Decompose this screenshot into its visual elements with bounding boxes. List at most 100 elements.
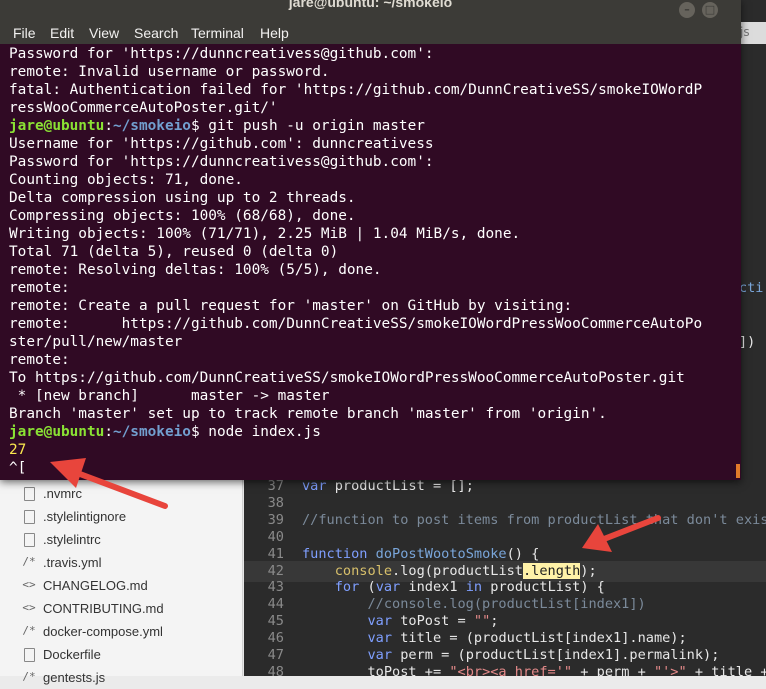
file-name: docker-compose.yml: [43, 624, 163, 639]
prompt-separator: :: [104, 118, 113, 134]
prompt-user: jare@ubuntu: [9, 424, 105, 440]
file-item[interactable]: /* gentests.js: [0, 666, 242, 689]
terminal-line: remote: Resolving deltas: 100% (5/5), do…: [9, 262, 382, 278]
terminal-menubar: File Edit View Search Terminal Help: [0, 22, 741, 44]
config-file-icon: /*: [22, 670, 36, 683]
code-text: var title = (productList[index1].name);: [367, 630, 687, 647]
menu-view[interactable]: View: [89, 25, 119, 41]
menu-file[interactable]: File: [13, 25, 36, 41]
terminal-line: Branch 'master' set up to track remote b…: [9, 406, 607, 422]
line-number: 44: [267, 596, 284, 613]
terminal-line: Counting objects: 71, done.: [9, 172, 243, 188]
code-text: //function to post items from productLis…: [302, 511, 766, 528]
file-icon: [24, 648, 35, 662]
code-fragment: cti: [739, 280, 764, 296]
terminal-line: remote: Create a pull request for 'maste…: [9, 298, 573, 314]
terminal-line: Password for 'https://dunncreativess@git…: [9, 46, 434, 62]
terminal-line: ster/pull/new/master: [9, 334, 183, 350]
code-text: var perm = (productList[index1].permalin…: [367, 647, 720, 663]
file-name: CHANGELOG.md: [43, 578, 148, 593]
file-icon: [24, 510, 35, 524]
line-number: 40: [267, 528, 284, 545]
file-item[interactable]: <> CHANGELOG.md: [0, 574, 242, 597]
markup-file-icon: <>: [22, 601, 36, 614]
code-text: function doPostWootoSmoke() {: [302, 545, 540, 562]
terminal-window[interactable]: – □ jare@ubuntu: ~/smokeio File Edit Vie…: [0, 0, 741, 480]
terminal-line: fatal: Authentication failed for 'https:…: [9, 82, 703, 98]
file-item[interactable]: .nvmrc: [0, 482, 242, 505]
line-number: 42: [267, 562, 284, 579]
menu-help[interactable]: Help: [260, 25, 289, 41]
file-item[interactable]: .stylelintrc: [0, 528, 242, 551]
line-number: 43: [267, 579, 284, 596]
config-file-icon: /*: [22, 555, 36, 568]
file-name: .nvmrc: [43, 486, 82, 501]
code-text: toPost += "<br><a href='" + perm + "'>" …: [302, 663, 766, 676]
prompt-separator: :: [104, 424, 113, 440]
code-editor[interactable]: 37 var productList = []; 38 39 //function to…: [244, 478, 766, 676]
line-number: 37: [267, 478, 284, 494]
terminal-line: Password for 'https://dunncreativess@git…: [9, 154, 434, 170]
terminal-line: ^[: [9, 460, 27, 476]
prompt-path: ~/smokeio: [112, 118, 191, 134]
markup-file-icon: <>: [22, 578, 36, 591]
terminal-line: ressWooCommerceAutoPoster.git/': [9, 100, 278, 116]
terminal-output[interactable]: Password for 'https://dunncreativess@git…: [0, 46, 741, 480]
line-number: 47: [267, 647, 284, 663]
editor-tab[interactable]: js: [737, 22, 766, 44]
terminal-line: Compressing objects: 100% (68/68), done.: [9, 208, 356, 224]
file-name: .travis.yml: [43, 555, 102, 570]
menu-terminal[interactable]: Terminal: [191, 25, 244, 41]
file-item[interactable]: .stylelintignore: [0, 505, 242, 528]
line-number: 46: [267, 630, 284, 647]
code-text: //console.log(productList[index1]): [302, 596, 646, 613]
file-item[interactable]: <> CONTRIBUTING.md: [0, 597, 242, 620]
line-number: 48: [267, 663, 284, 676]
line-number: 45: [267, 613, 284, 630]
prompt-command: $ git push -u origin master: [190, 118, 425, 134]
terminal-line: remote: https://github.com/DunnCreativeS…: [9, 316, 703, 332]
file-name: CONTRIBUTING.md: [43, 601, 164, 616]
file-name: gentests.js: [43, 670, 106, 685]
terminal-line: remote:: [9, 280, 70, 296]
terminal-line: remote: Invalid username or password.: [9, 64, 330, 80]
file-name: .stylelintignore: [43, 509, 127, 524]
editor-visible-strip: js cti ]): [737, 0, 766, 480]
file-name: Dockerfile: [43, 647, 101, 662]
code-text: var productList = [];: [302, 478, 474, 494]
file-icon: [24, 533, 35, 547]
file-name: .stylelintrc: [43, 532, 101, 547]
menu-edit[interactable]: Edit: [50, 25, 74, 41]
line-number: 41: [267, 545, 284, 562]
terminal-line: To https://github.com/DunnCreativeSS/smo…: [9, 370, 685, 386]
terminal-prompt-line: jare@ubuntu:~/smokeio$ node index.js: [9, 424, 321, 442]
file-explorer-sidebar: .nvmrc .stylelintignore .stylelintrc /* .tra…: [0, 478, 243, 685]
terminal-line: Username for 'https://github.com': dunnc…: [9, 136, 434, 152]
prompt-command: $ node index.js: [190, 424, 321, 440]
code-fragment: ]): [739, 334, 756, 350]
line-number: 39: [267, 511, 284, 528]
file-item[interactable]: /* docker-compose.yml: [0, 620, 242, 643]
editor-tab-label: js: [740, 25, 750, 39]
file-item[interactable]: /* .travis.yml: [0, 551, 242, 574]
code-text: for (var index1 in productList) {: [334, 579, 605, 596]
prompt-user: jare@ubuntu: [9, 118, 105, 134]
terminal-line: 27: [9, 442, 27, 458]
terminal-line: Total 71 (delta 5), reused 0 (delta 0): [9, 244, 339, 260]
terminal-prompt-line: jare@ubuntu:~/smokeio$ git push -u origi…: [9, 118, 425, 136]
terminal-line: Writing objects: 100% (71/71), 2.25 MiB …: [9, 226, 521, 242]
terminal-line: remote:: [9, 352, 70, 368]
file-icon: [24, 487, 35, 501]
file-item[interactable]: Dockerfile: [0, 643, 242, 666]
terminal-line: * [new branch] master -> master: [9, 388, 330, 404]
config-file-icon: /*: [22, 624, 36, 637]
terminal-line: Delta compression using up to 2 threads.: [9, 190, 356, 206]
terminal-titlebar[interactable]: – □ jare@ubuntu: ~/smokeio: [0, 0, 741, 22]
code-text: var toPost = "";: [367, 613, 499, 630]
prompt-path: ~/smokeio: [112, 424, 191, 440]
code-line[interactable]: 48 toPost += "<br><a href='" + perm + "'…: [244, 662, 766, 676]
code-text: console.log(productList.length);: [334, 562, 597, 579]
window-title: jare@ubuntu: ~/smokeio: [288, 0, 453, 10]
menu-search[interactable]: Search: [134, 25, 178, 41]
line-number: 38: [267, 494, 284, 511]
